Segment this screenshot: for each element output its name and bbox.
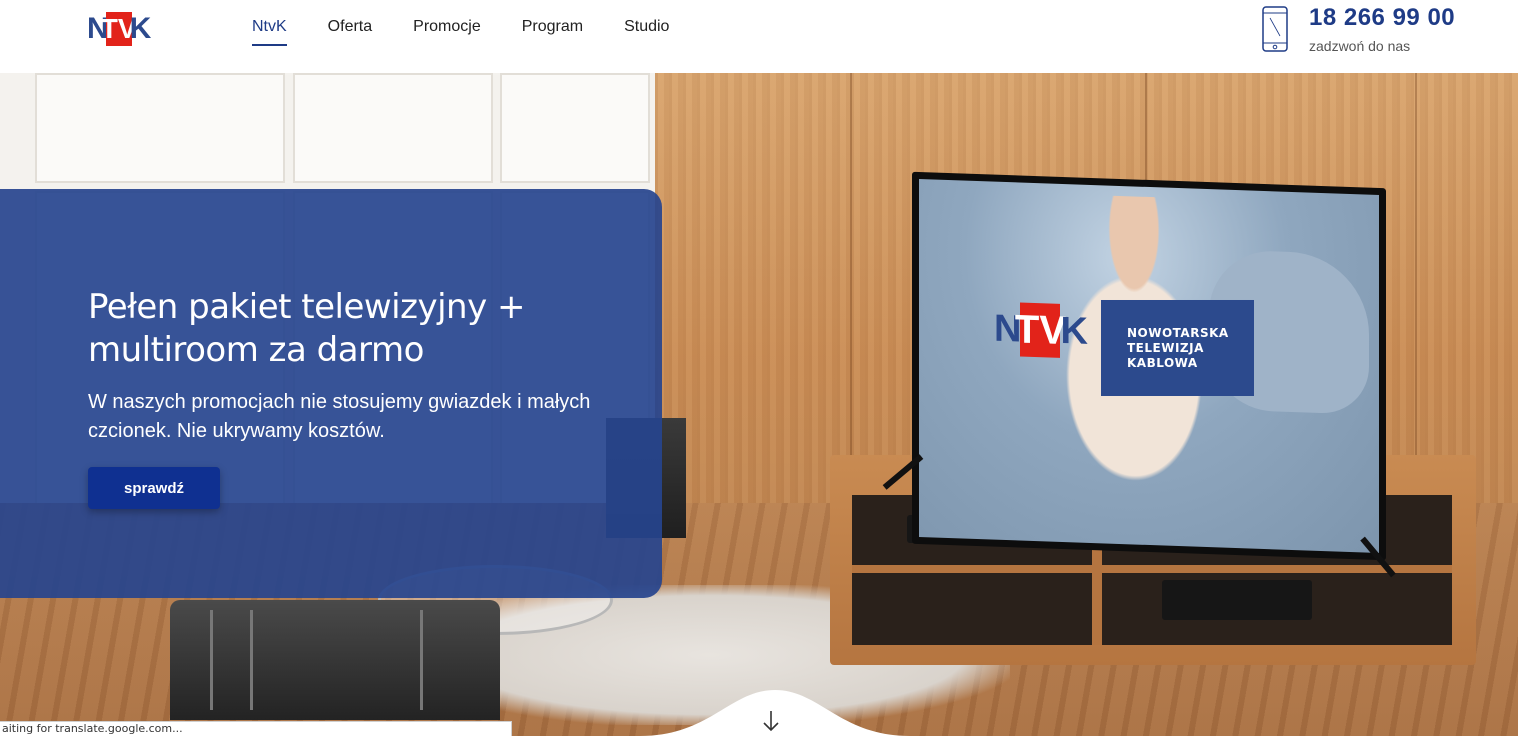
logo-tv-box: TV [100,12,137,46]
sofa-stitch [210,610,213,710]
tv-screen: N TV K NOWOTARSKA TELEWIZJA KABLOWA [919,178,1379,554]
sofa-stitch [420,610,423,710]
check-offer-button[interactable]: sprawdź [88,467,220,509]
nav-item-program[interactable]: Program [522,18,583,46]
window-pane [500,73,650,183]
tv-panel-line: NOWOTARSKA [1127,325,1229,340]
nav-item-oferta[interactable]: Oferta [328,18,372,46]
hero-promo-card: Pełen pakiet telewizyjny + multiroom za … [0,189,662,598]
browser-status-bar: aiting for translate.google.com... [0,721,512,736]
arrow-down-icon[interactable] [759,709,783,733]
page: N TV K NtvK Oferta Promocje Program Stud… [0,0,1518,736]
window-pane [35,73,285,183]
smartphone-icon [1262,6,1288,52]
leather-sofa [170,600,500,720]
main-nav: NtvK Oferta Promocje Program Studio [252,18,710,46]
tv-panel-line: KABLOWA [1127,355,1198,370]
nav-item-ntvk[interactable]: NtvK [252,18,287,46]
site-logo[interactable]: N TV K [87,9,169,49]
window-pane [293,73,493,183]
hero-title: Pełen pakiet telewizyjny + multiroom za … [88,287,526,370]
tv-screen-name-panel: NOWOTARSKA TELEWIZJA KABLOWA [1101,299,1254,396]
tv-logo-letter-k: K [1060,309,1087,353]
game-console [1162,580,1312,620]
tv-stand-shelf [852,565,1452,573]
nav-item-promocje[interactable]: Promocje [413,18,481,46]
phone-caption: zadzwoń do nas [1309,38,1411,54]
sofa-stitch [250,610,253,710]
tv-panel-line: TELEWIZJA [1127,340,1204,355]
tv-logo-tv-box: TV [1015,302,1066,358]
logo-letter-k: K [129,12,152,45]
television: N TV K NOWOTARSKA TELEWIZJA KABLOWA [912,171,1386,561]
tv-screen-logo: N TV K [994,302,1087,359]
phone-number-link[interactable]: 18 266 99 00 [1309,4,1455,32]
site-header: N TV K NtvK Oferta Promocje Program Stud… [0,0,1518,73]
hero-description: W naszych promocjach nie stosujemy gwiaz… [88,391,591,442]
nav-item-studio[interactable]: Studio [624,18,669,46]
